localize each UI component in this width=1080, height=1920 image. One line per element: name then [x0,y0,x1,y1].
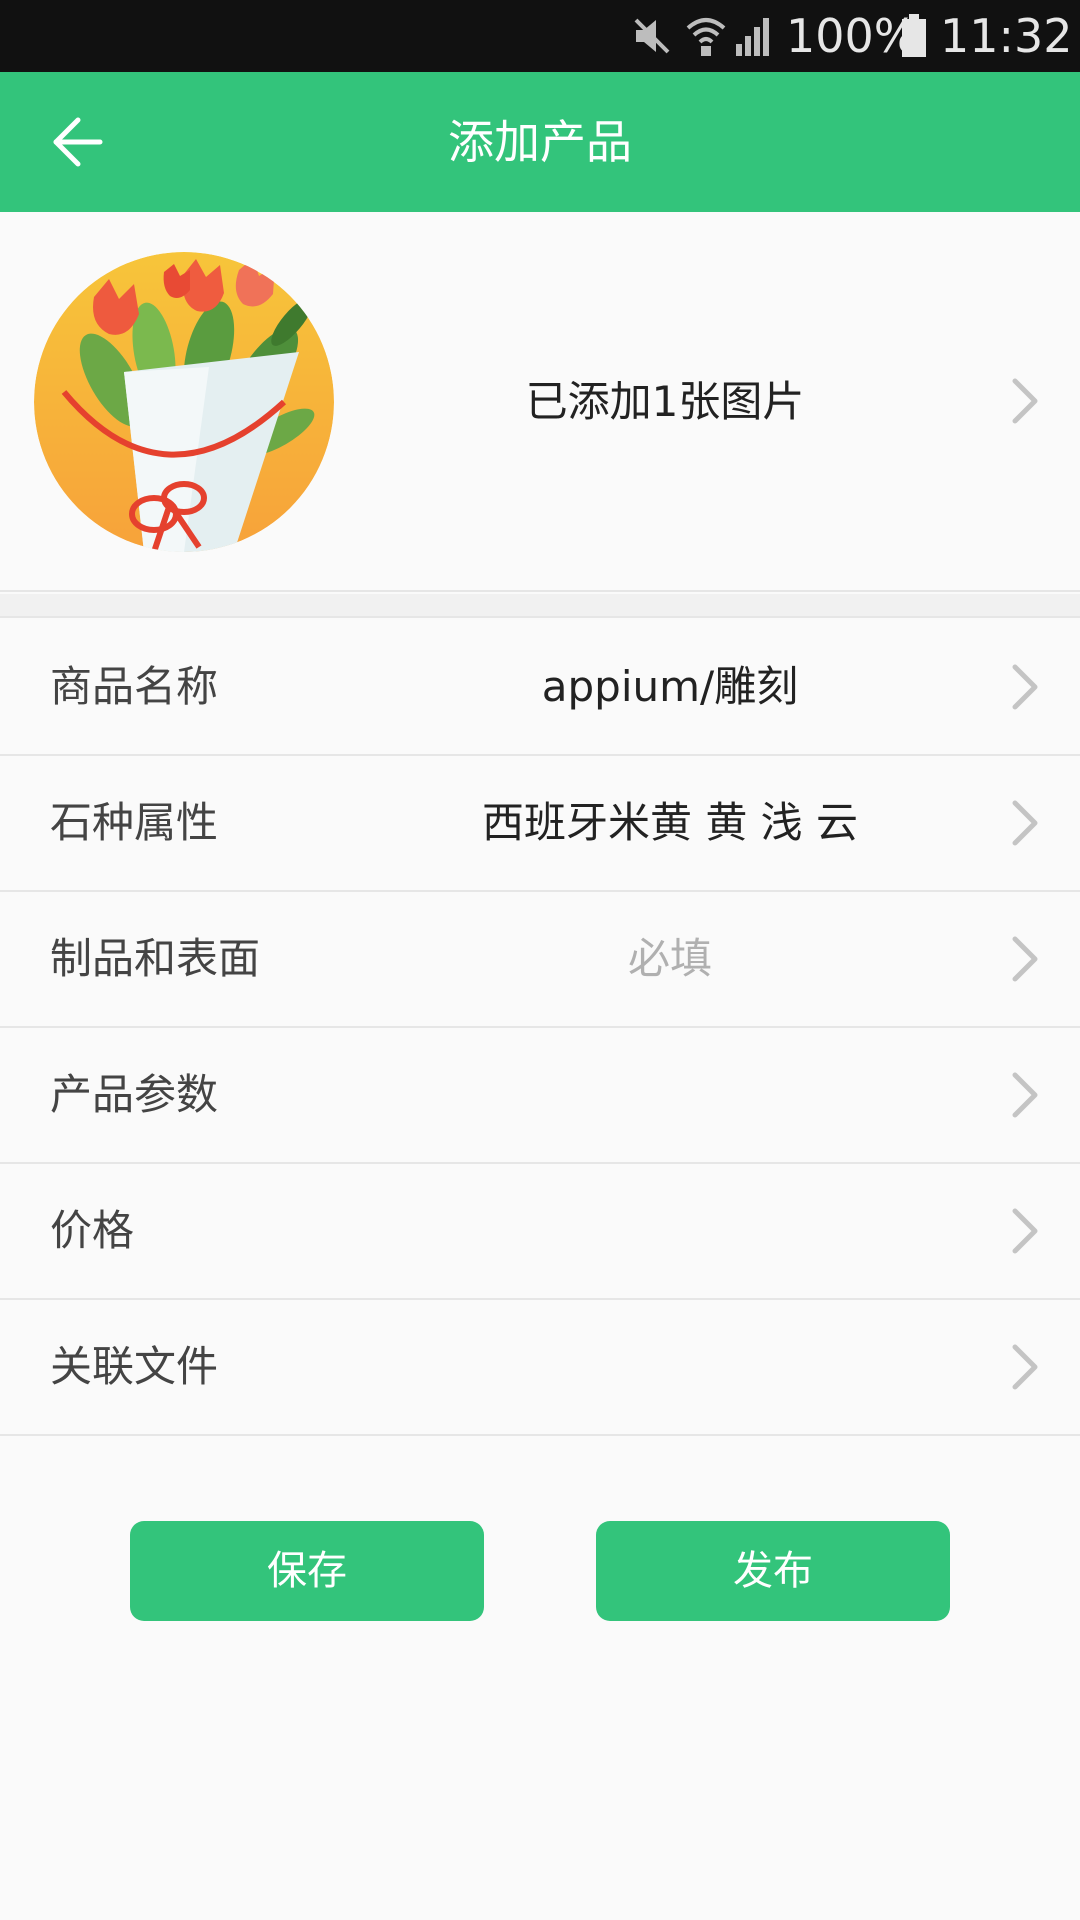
chevron-right-icon [1012,1072,1038,1118]
row-label: 商品名称 [50,662,219,711]
battery-icon [902,14,926,57]
row-label: 石种属性 [50,798,219,847]
status-time: 11:32 [940,9,1073,63]
product-images-row[interactable]: 已添加1张图片 [0,212,1080,592]
form-row-price[interactable]: 价格 [0,1164,1080,1300]
row-label: 价格 [50,1206,135,1255]
form-row-stone-attributes[interactable]: 石种属性 西班牙米黄 黄 浅 云 [0,756,1080,892]
chevron-right-icon [1012,664,1038,710]
flower-bouquet-image [34,252,334,552]
row-label: 关联文件 [50,1342,219,1391]
row-label: 产品参数 [50,1070,219,1119]
publish-button[interactable]: 发布 [596,1521,950,1621]
row-value [370,1164,970,1298]
row-value: appium/雕刻 [541,662,799,711]
row-value: 西班牙米黄 黄 浅 云 [481,798,859,847]
row-value [370,1028,970,1162]
chevron-right-icon [1012,936,1038,982]
chevron-right-icon [1012,1344,1038,1390]
save-button[interactable]: 保存 [130,1521,484,1621]
section-divider [0,594,1080,618]
mute-icon [634,18,670,54]
form-row-product-params[interactable]: 产品参数 [0,1028,1080,1164]
signal-icon [736,18,769,56]
form-row-product-name[interactable]: 商品名称 appium/雕刻 [0,620,1080,756]
arrow-left-icon [53,117,103,167]
chevron-right-icon [1012,378,1038,424]
image-count-text: 已添加1张图片 [525,377,805,426]
row-value-placeholder: 必填 [627,934,712,983]
row-label: 制品和表面 [50,934,261,983]
row-value [370,1300,970,1434]
wifi-icon [686,18,726,56]
form-row-related-files[interactable]: 关联文件 [0,1300,1080,1436]
page-title: 添加产品 [448,115,632,169]
status-bar: 100% 11:32 [0,0,1080,72]
product-thumbnail[interactable] [34,252,334,552]
back-button[interactable] [36,102,116,182]
form-row-product-surface[interactable]: 制品和表面 必填 [0,892,1080,1028]
battery-percent: 100% [786,9,918,63]
chevron-right-icon [1012,800,1038,846]
app-bar: 添加产品 [0,72,1080,212]
chevron-right-icon [1012,1208,1038,1254]
